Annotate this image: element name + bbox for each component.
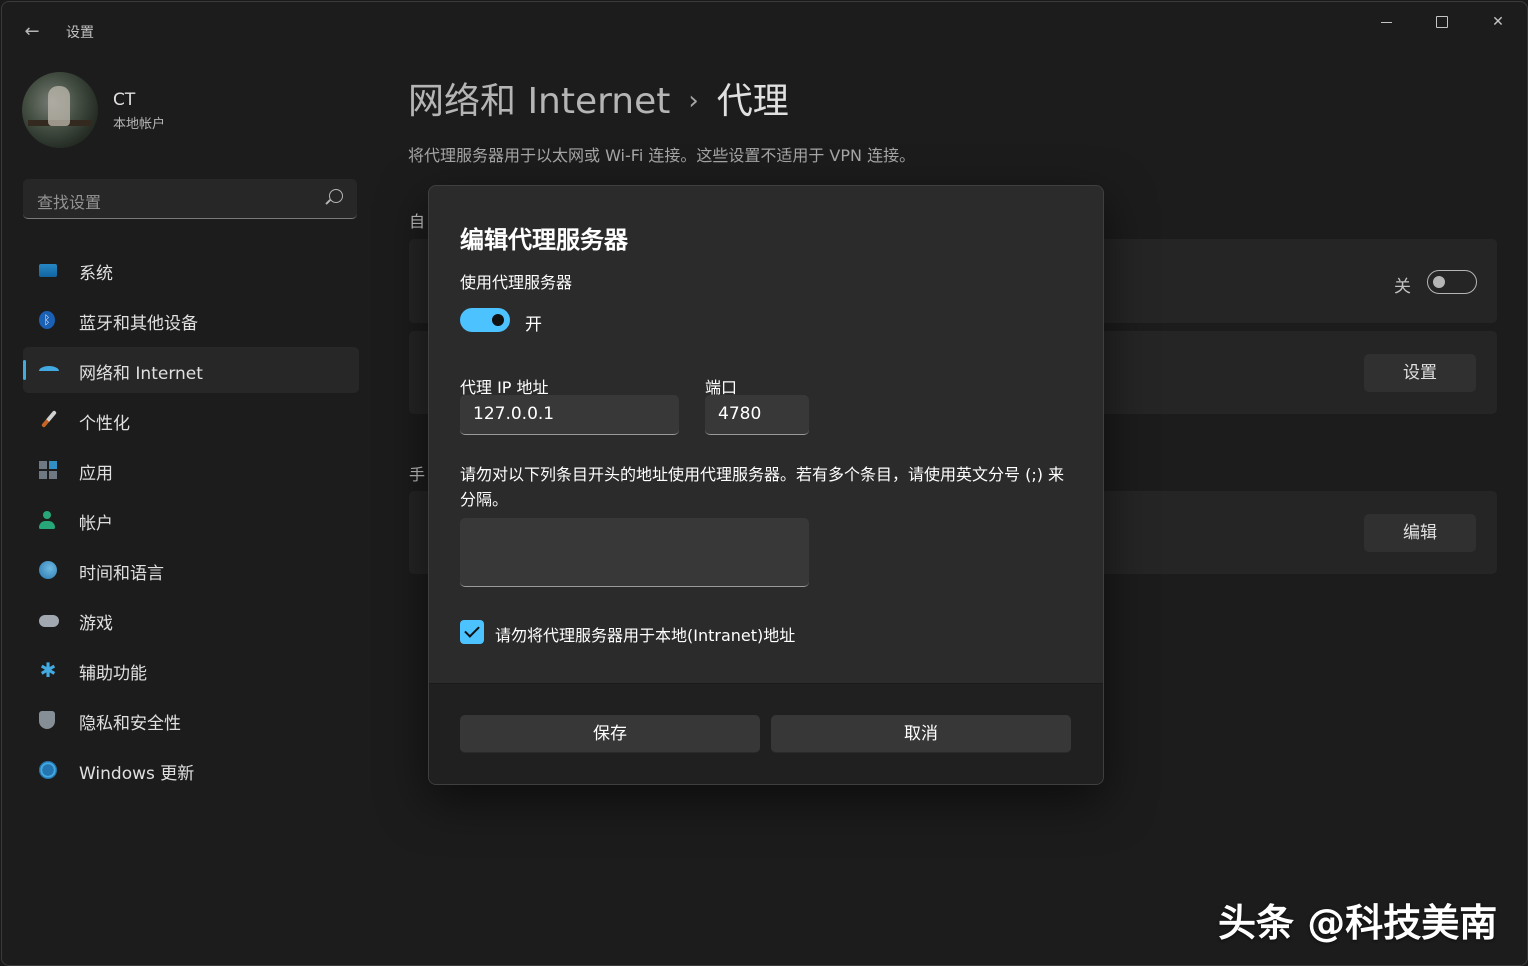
dialog-footer: 保存 取消 bbox=[429, 683, 1103, 784]
cancel-button[interactable]: 取消 bbox=[771, 715, 1071, 753]
save-button[interactable]: 保存 bbox=[460, 715, 760, 753]
edit-proxy-dialog: 编辑代理服务器 使用代理服务器 开 代理 IP 地址 127.0.0.1 端口 … bbox=[428, 185, 1104, 785]
exceptions-textarea[interactable] bbox=[460, 518, 809, 587]
port-input[interactable]: 4780 bbox=[705, 395, 809, 435]
local-address-checkbox-label[interactable]: 请勿将代理服务器用于本地(Intranet)地址 bbox=[495, 622, 795, 646]
use-proxy-label: 使用代理服务器 bbox=[460, 273, 573, 292]
use-proxy-toggle-state: 开 bbox=[525, 315, 542, 335]
local-address-checkbox[interactable] bbox=[460, 620, 484, 644]
proxy-ip-input[interactable]: 127.0.0.1 bbox=[460, 395, 679, 435]
exceptions-description: 请勿对以下列条目开头的地址使用代理服务器。若有多个条目，请使用英文分号 (;) … bbox=[460, 465, 1065, 509]
settings-window: ← 设置 ✕ CT 本地帐户 查找设置 系统 ᛒ 蓝牙和其他设备 网络和 Int… bbox=[1, 1, 1528, 966]
watermark: 头条 @科技美南 bbox=[1218, 901, 1498, 945]
dialog-title: 编辑代理服务器 bbox=[460, 226, 628, 254]
use-proxy-toggle[interactable] bbox=[460, 308, 510, 332]
